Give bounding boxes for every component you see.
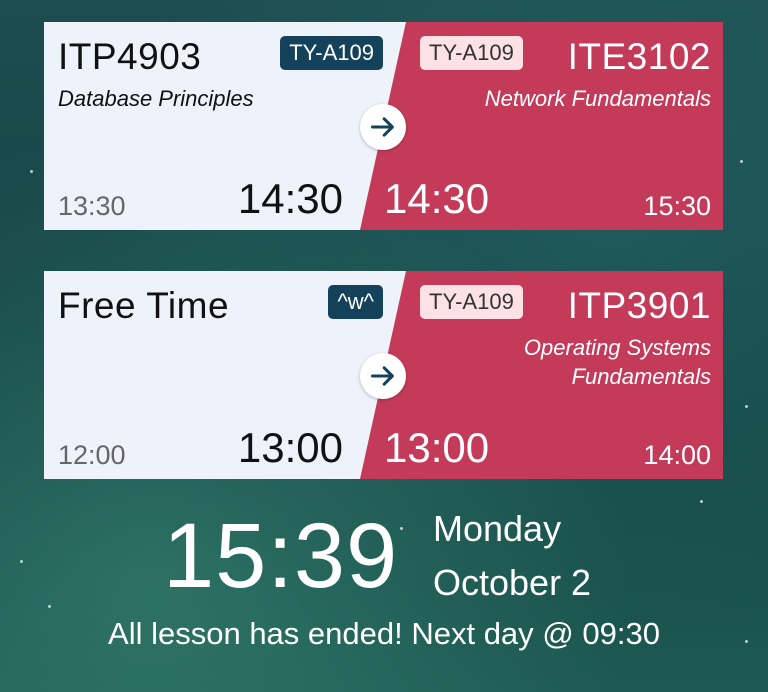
current-lesson-start-time: 13:30 bbox=[58, 191, 126, 221]
next-lesson-subject-line2: Fundamentals bbox=[571, 364, 711, 389]
next-lesson-subject: Operating Systems Fundamentals bbox=[524, 333, 711, 391]
next-lesson-start-time: 13:00 bbox=[384, 424, 490, 471]
current-lesson-code: ITP4903 bbox=[58, 36, 202, 77]
schedule-status-text: All lesson has ended! Next day @ 09:30 bbox=[108, 616, 660, 651]
background-star bbox=[700, 500, 703, 503]
next-lesson-end-time: 14:00 bbox=[643, 440, 711, 470]
arrow-right-icon bbox=[360, 104, 406, 150]
next-lesson-subject-line1: Operating Systems bbox=[523, 335, 711, 360]
free-slot-end-time: 13:00 bbox=[237, 424, 343, 471]
next-lesson-start-time: 14:30 bbox=[384, 175, 490, 222]
background-star bbox=[20, 560, 23, 563]
background-star bbox=[30, 170, 33, 173]
background-star bbox=[400, 527, 403, 530]
background-star bbox=[745, 405, 748, 408]
next-lesson-code: ITE3102 bbox=[567, 36, 711, 77]
free-slot-badge: ^w^ bbox=[328, 285, 383, 319]
current-lesson-room-badge: TY-A109 bbox=[280, 36, 383, 70]
background-star bbox=[740, 160, 743, 163]
clock-weekday: Monday bbox=[433, 508, 562, 549]
free-slot-title: Free Time bbox=[58, 285, 230, 326]
next-lesson-room-badge: TY-A109 bbox=[420, 36, 523, 70]
current-lesson-end-time: 14:30 bbox=[237, 175, 343, 222]
free-time-transition-widget[interactable]: Free Time ^w^ 12:00 13:00 TY-A109 ITP390… bbox=[44, 271, 723, 479]
next-lesson-room-badge: TY-A109 bbox=[420, 285, 523, 319]
clock-date: October 2 bbox=[433, 562, 592, 603]
next-lesson-subject: Network Fundamentals bbox=[484, 86, 711, 111]
background-star bbox=[48, 605, 51, 608]
current-lesson-subject: Database Principles bbox=[58, 86, 254, 111]
clock-time[interactable]: 15:39 bbox=[163, 510, 398, 602]
free-slot-start-time: 12:00 bbox=[58, 440, 126, 470]
arrow-right-icon bbox=[360, 353, 406, 399]
next-lesson-code: ITP3901 bbox=[567, 285, 711, 326]
next-lesson-end-time: 15:30 bbox=[643, 191, 711, 221]
lesson-transition-widget[interactable]: ITP4903 TY-A109 Database Principles 13:3… bbox=[44, 22, 723, 230]
